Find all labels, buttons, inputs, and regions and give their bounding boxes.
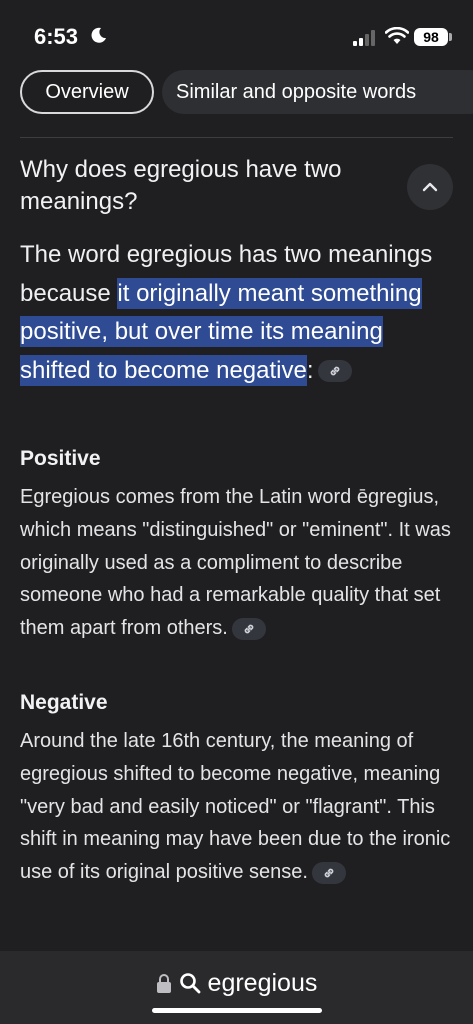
section-title: Why does egregious have two meanings? (20, 156, 342, 215)
link-icon (324, 868, 334, 878)
link-icon (244, 624, 254, 634)
negative-paragraph: Around the late 16th century, the meanin… (20, 730, 451, 884)
address-bar[interactable]: egregious (0, 968, 473, 998)
positive-heading: Positive (20, 447, 101, 470)
answer-text: The word egregious has two meanings beca… (20, 236, 460, 390)
status-time: 6:53 (34, 24, 79, 49)
home-indicator[interactable] (152, 1008, 322, 1013)
lock-icon (156, 974, 171, 994)
tab-overview[interactable]: Overview (20, 70, 154, 114)
address-query: egregious (207, 968, 318, 997)
tab-similar-opposite-words[interactable]: Similar and opposite words (162, 70, 473, 114)
divider (20, 137, 453, 138)
source-link-button[interactable] (317, 360, 352, 383)
answer-suffix: : (306, 356, 314, 384)
battery-tip (449, 33, 452, 41)
link-icon (330, 366, 339, 376)
tab-bar: Overview Similar and opposite words (0, 66, 473, 118)
collapse-button[interactable] (407, 164, 453, 210)
positive-paragraph: Egregious comes from the Latin word ēgre… (20, 486, 451, 640)
chevron-up-icon (422, 182, 438, 192)
source-link-button[interactable] (231, 617, 266, 640)
negative-heading: Negative (20, 691, 108, 714)
positive-text: Egregious comes from the Latin word ēgre… (20, 481, 460, 645)
moon-icon (91, 27, 106, 43)
negative-text: Around the late 16th century, the meanin… (20, 725, 460, 889)
source-link-button[interactable] (311, 861, 346, 884)
wifi-icon (385, 27, 409, 44)
search-icon (179, 973, 200, 994)
battery-indicator: 98 (414, 28, 448, 46)
status-bar: 6:53 98 (0, 0, 473, 66)
signal-icon (353, 30, 375, 46)
